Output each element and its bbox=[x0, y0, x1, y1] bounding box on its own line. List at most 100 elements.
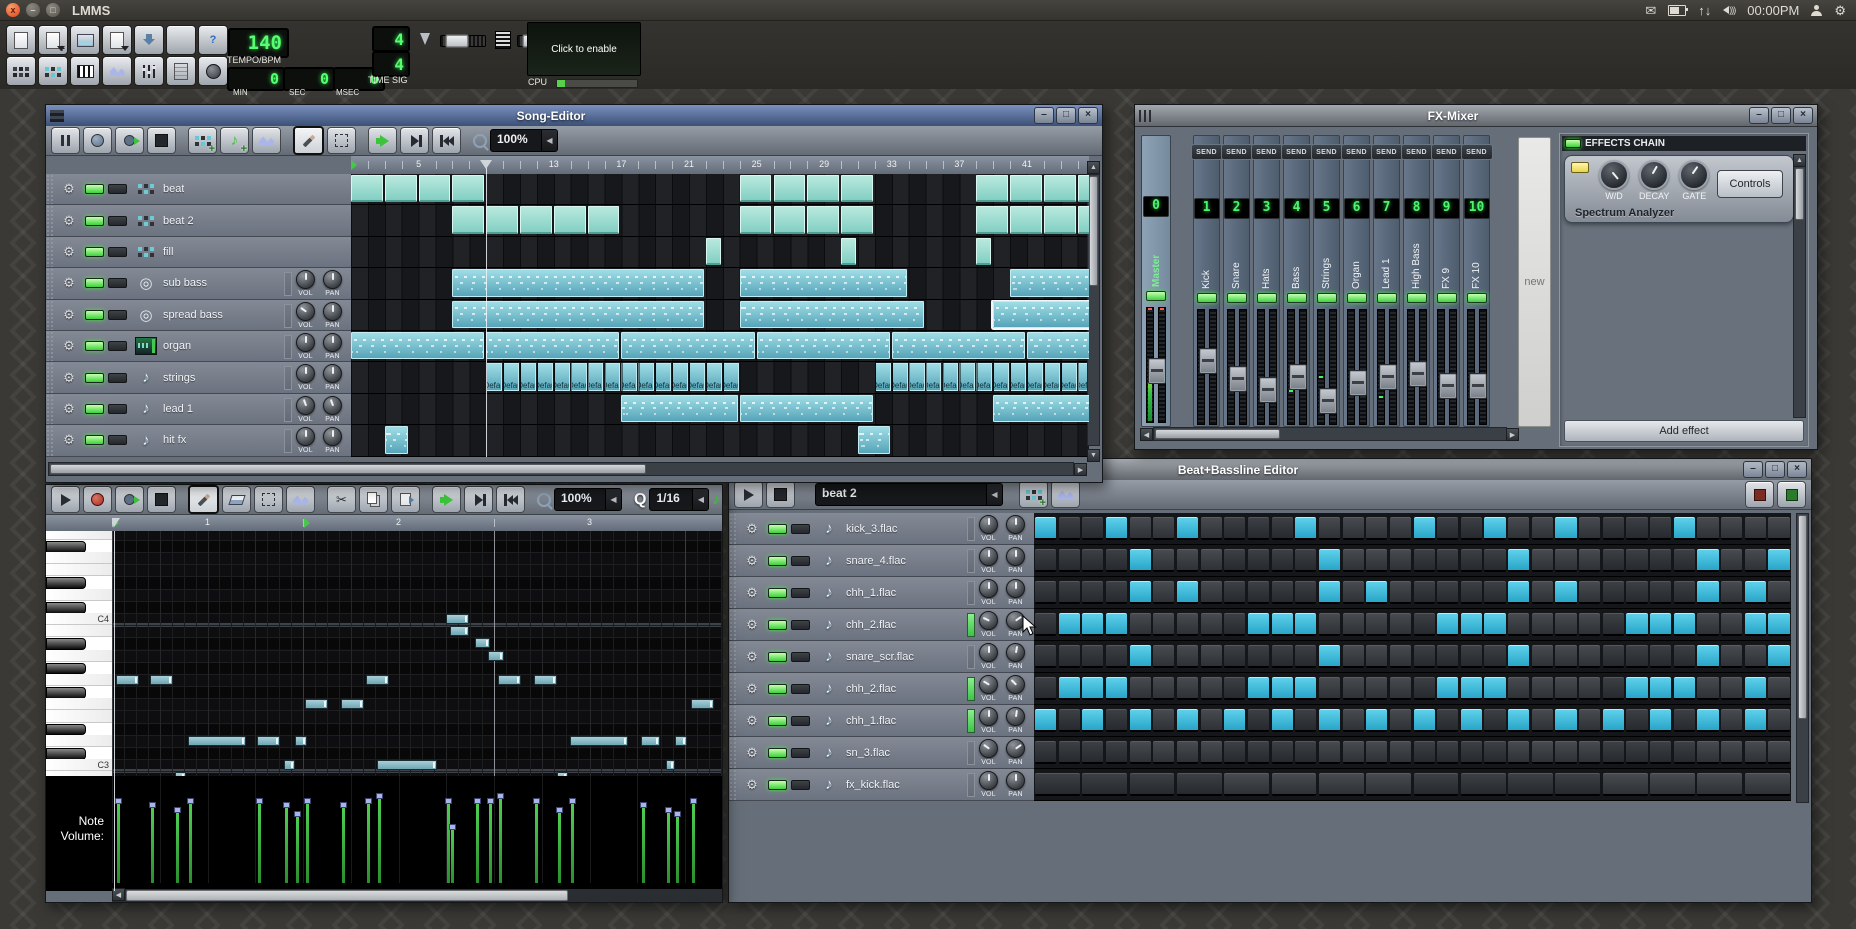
step-cell[interactable] bbox=[1390, 741, 1411, 764]
mute-led[interactable] bbox=[85, 404, 104, 414]
quantize-selector[interactable]: 1/16◀ bbox=[649, 488, 709, 511]
mute-led[interactable] bbox=[85, 278, 104, 288]
song-timeline[interactable]: 1591317212529333741 bbox=[351, 156, 1089, 175]
preset-pattern-segment[interactable]: Defau bbox=[1044, 363, 1060, 390]
channel-label[interactable]: Bass bbox=[1291, 225, 1302, 289]
new-fx-channel-button[interactable]: new bbox=[1518, 137, 1551, 427]
track-actions-icon[interactable]: ⚙ bbox=[742, 617, 762, 633]
step-cell[interactable] bbox=[1319, 709, 1340, 732]
save-as-button[interactable] bbox=[102, 25, 132, 55]
step-cell[interactable] bbox=[1555, 709, 1576, 732]
paste-button[interactable] bbox=[391, 486, 420, 513]
decay-knob[interactable]: DECAY bbox=[1639, 160, 1669, 201]
whats-this-button[interactable]: ? bbox=[198, 25, 228, 55]
send-button[interactable]: SEND bbox=[1341, 144, 1373, 160]
step-cell[interactable] bbox=[1224, 773, 1269, 796]
black-key[interactable] bbox=[46, 601, 112, 613]
fx-channel-fx-9[interactable]: SEND9FX 9 bbox=[1433, 135, 1460, 427]
note-volume-stem[interactable] bbox=[189, 804, 192, 883]
step-cell[interactable] bbox=[1437, 709, 1458, 732]
step-cell[interactable] bbox=[1082, 773, 1127, 796]
note-volume-handle[interactable] bbox=[556, 807, 563, 813]
send-button[interactable]: SEND bbox=[1251, 144, 1283, 160]
volume-knob[interactable]: VOL bbox=[979, 739, 998, 766]
track-actions-icon[interactable]: ⚙ bbox=[742, 777, 762, 793]
maximize-button[interactable]: □ bbox=[1771, 107, 1791, 124]
step-cell[interactable] bbox=[1390, 549, 1411, 572]
track-instrument-icon[interactable] bbox=[135, 337, 157, 355]
step-cell[interactable] bbox=[1248, 645, 1269, 668]
automation-editor-toggle-button[interactable] bbox=[102, 56, 132, 86]
track-grip-handle[interactable] bbox=[46, 394, 55, 424]
fader-knob[interactable] bbox=[1469, 373, 1487, 399]
step-cell[interactable] bbox=[1035, 613, 1056, 636]
step-cell[interactable] bbox=[1626, 581, 1647, 604]
fx-channel-fx-10[interactable]: SEND10FX 10 bbox=[1463, 135, 1490, 427]
channel-label[interactable]: Snare bbox=[1231, 225, 1242, 289]
note-volume-handle[interactable] bbox=[340, 802, 347, 808]
step-cell[interactable] bbox=[1224, 709, 1245, 732]
bb-editor-toggle-button[interactable] bbox=[38, 56, 68, 86]
to-end-button[interactable] bbox=[400, 127, 429, 154]
track-instrument-icon[interactable]: ♪ bbox=[818, 584, 840, 602]
volume-knob-dial[interactable] bbox=[296, 396, 315, 415]
to-end-button[interactable] bbox=[464, 486, 493, 513]
step-cell[interactable] bbox=[1295, 709, 1316, 732]
step-cell[interactable] bbox=[1626, 709, 1647, 732]
step-cell[interactable] bbox=[1508, 613, 1529, 636]
preset-pattern-segment[interactable]: Defau bbox=[943, 363, 959, 390]
track-name[interactable]: fx_kick.flac bbox=[846, 779, 900, 791]
volume-knob-dial[interactable] bbox=[296, 270, 315, 289]
piano-roll-timeline[interactable]: 123 bbox=[112, 515, 722, 532]
note-volume-stem[interactable] bbox=[642, 808, 645, 883]
step-cell[interactable] bbox=[1177, 677, 1198, 700]
minimize-button[interactable]: – bbox=[1749, 107, 1769, 124]
step-cell[interactable] bbox=[1603, 741, 1624, 764]
volume-knob-dial[interactable] bbox=[979, 611, 998, 630]
white-key[interactable] bbox=[46, 552, 112, 564]
controller-rack-toggle-button[interactable] bbox=[198, 56, 228, 86]
solo-led[interactable] bbox=[791, 780, 810, 790]
step-cell[interactable] bbox=[1177, 645, 1198, 668]
step-cell[interactable] bbox=[1343, 677, 1364, 700]
step-cell[interactable] bbox=[1295, 517, 1316, 540]
pattern-segment[interactable] bbox=[892, 332, 1025, 359]
note-volume-handle[interactable] bbox=[115, 798, 122, 804]
fader-knob[interactable] bbox=[1229, 366, 1247, 392]
step-cell[interactable] bbox=[1697, 581, 1718, 604]
note-volume-stem[interactable] bbox=[476, 804, 479, 883]
pan-knob-dial[interactable] bbox=[323, 364, 342, 383]
step-cell[interactable] bbox=[1035, 741, 1056, 764]
step-cell[interactable] bbox=[1319, 677, 1340, 700]
preset-pattern-segment[interactable]: Defau bbox=[892, 363, 908, 390]
add-effect-button[interactable]: Add effect bbox=[1564, 420, 1804, 442]
track-name[interactable]: chh_1.flac bbox=[846, 715, 896, 727]
step-cell[interactable] bbox=[1177, 517, 1198, 540]
pattern-segment[interactable] bbox=[858, 426, 890, 453]
track-grip-handle[interactable] bbox=[729, 705, 738, 736]
step-cell[interactable] bbox=[1272, 613, 1293, 636]
select-mode-button[interactable] bbox=[254, 486, 283, 513]
preset-pattern-segment[interactable]: Defau bbox=[638, 363, 654, 390]
step-cell[interactable] bbox=[1366, 549, 1387, 572]
note-volume-stem[interactable] bbox=[258, 804, 261, 883]
white-key[interactable] bbox=[46, 710, 112, 722]
note-volume-stem[interactable] bbox=[176, 813, 179, 883]
step-cell[interactable] bbox=[1697, 517, 1718, 540]
solo-led[interactable] bbox=[791, 716, 810, 726]
track-content[interactable]: DefauDefauDefauDefauDefauDefauDefauDefau… bbox=[351, 362, 1089, 393]
step-cell[interactable] bbox=[1745, 709, 1766, 732]
volume-knob[interactable]: VOL bbox=[979, 675, 998, 702]
step-cell[interactable] bbox=[1721, 581, 1742, 604]
fader-knob[interactable] bbox=[1379, 364, 1397, 390]
pan-knob[interactable]: PAN bbox=[323, 427, 342, 454]
preset-pattern-segment[interactable]: Defau bbox=[993, 363, 1009, 390]
step-cell[interactable] bbox=[1366, 709, 1387, 732]
note-volume-handle[interactable] bbox=[174, 807, 181, 813]
track-grip-handle[interactable] bbox=[46, 300, 55, 330]
pan-knob[interactable]: PAN bbox=[323, 302, 342, 329]
bb-pattern-segment[interactable] bbox=[1010, 175, 1042, 202]
step-cell[interactable] bbox=[1343, 741, 1364, 764]
play-button[interactable] bbox=[51, 486, 80, 513]
fx-horizontal-scrollbar[interactable] bbox=[1153, 427, 1507, 441]
